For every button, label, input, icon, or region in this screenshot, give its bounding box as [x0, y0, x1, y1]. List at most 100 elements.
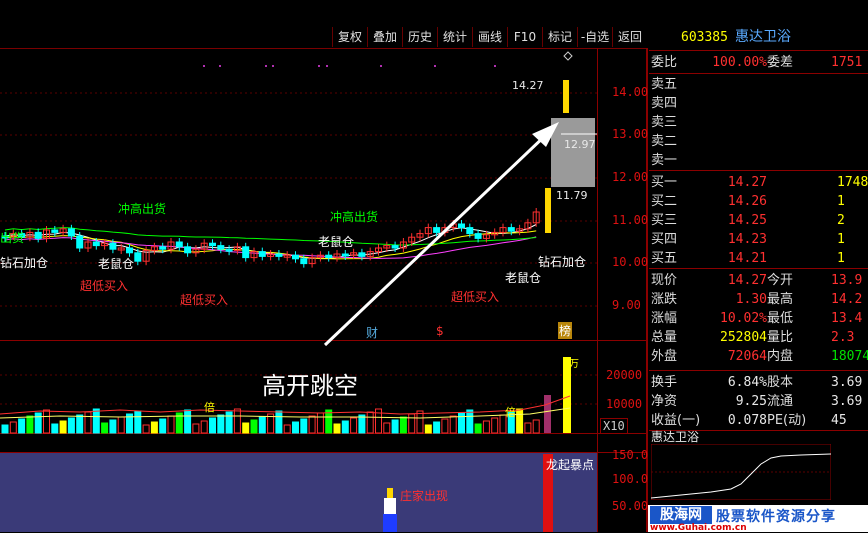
bid-row: 买三 14.25 2: [649, 211, 868, 230]
bid-price: 14.27: [727, 175, 767, 190]
signal-laoshucang: 老鼠仓: [98, 257, 135, 271]
volume-bar: [516, 408, 524, 434]
longqi-signal-label: 龙起暴点: [546, 458, 595, 472]
candle-body: [92, 241, 100, 247]
stat-row: 外盘 72064 内盘 18074: [649, 347, 868, 366]
volume-bar: [275, 410, 283, 434]
candle-body: [51, 229, 59, 233]
stat-value: 14.27: [727, 273, 767, 288]
price-tick: 12.00: [612, 170, 649, 184]
stat-row: 涨幅 10.02% 最低 13.4: [649, 309, 868, 328]
signal-zuanshi: 钻石加仓: [538, 255, 587, 269]
candle-body: [325, 254, 333, 259]
bid-label: 买二: [651, 194, 678, 209]
quote-panel: 603385 惠达卫浴 委比 100.00% 委差 1751 卖五 卖四 卖三 …: [649, 26, 868, 532]
ranking-marker[interactable]: 榜: [558, 322, 573, 339]
candle-body: [209, 242, 216, 247]
candle-body: [76, 235, 84, 249]
signal-chaodi: 超低买入: [180, 293, 229, 307]
candle-body: [458, 223, 465, 229]
volume-bar: [34, 412, 42, 434]
stat-value: 1.30: [735, 292, 767, 307]
price-tick: 9.00: [612, 298, 641, 312]
stat-label: 最低: [767, 311, 794, 326]
toolbar-tongji-button[interactable]: 统计: [437, 27, 472, 47]
candle-body: [341, 253, 349, 257]
volume-bar: [67, 417, 75, 434]
stat-value: 72064: [727, 349, 767, 364]
guhai-logo: 股海网 股票软件资源分享 www.Guhai.com.cn: [648, 505, 868, 533]
mini-intraday-chart: [651, 444, 831, 500]
indicator-tick: 100.0: [612, 472, 649, 486]
volume-bar: [159, 418, 167, 434]
bid-label: 买五: [651, 251, 678, 266]
volume-bar: [209, 417, 216, 434]
volume-bar: [184, 409, 192, 434]
candle-body: [242, 246, 250, 259]
kline-chart-area[interactable]: 14.00 13.00 12.00 11.00 10.00 9.00 20000…: [0, 48, 648, 532]
ask-row: 卖四: [649, 94, 868, 113]
candle-body: [34, 231, 42, 239]
fundamental-label: PE(动): [767, 413, 807, 428]
volume-bar: [416, 410, 424, 434]
indicator-tick: 150.0: [612, 448, 649, 462]
volume-bar: [9, 421, 17, 434]
stat-row: 现价 14.27 今开 13.9: [649, 271, 868, 290]
toolbar-huaxian-button[interactable]: 画线: [472, 27, 507, 47]
toolbar-biaoji-button[interactable]: 标记: [542, 27, 577, 47]
stat-label: 内盘: [767, 349, 794, 364]
signal-laoshucang: 老鼠仓: [318, 235, 355, 249]
stat-value: 14.2: [831, 292, 863, 307]
candle-body: [184, 246, 192, 254]
ask-label: 卖一: [651, 153, 678, 168]
candle-body: [433, 227, 441, 233]
bid-volume: 1: [837, 232, 845, 247]
stat-value: 18074: [831, 349, 868, 364]
toolbar-diejia-button[interactable]: 叠加: [367, 27, 402, 47]
toolbar-f10-button[interactable]: F10: [507, 27, 542, 47]
toolbar-zixuan-button[interactable]: -自选: [577, 27, 612, 47]
finance-marker[interactable]: 财: [366, 324, 378, 341]
bid-price: 14.23: [727, 232, 767, 247]
fundamental-value: 3.69: [831, 375, 863, 390]
bid-label: 买一: [651, 175, 678, 190]
stock-name[interactable]: 惠达卫浴: [735, 28, 791, 47]
volume-bar: [449, 415, 457, 434]
bid-price: 14.25: [727, 213, 767, 228]
logo-url: www.Guhai.com.cn: [650, 523, 747, 533]
volume-bar: [92, 408, 100, 434]
ask-label: 卖四: [651, 96, 678, 111]
bid-row: 买二 14.26 1: [649, 192, 868, 211]
volume-bar: [26, 415, 34, 434]
volume-bar: [350, 417, 358, 434]
candle-body: [217, 245, 225, 250]
fundamental-row: 净资 9.25 流通 3.69: [649, 392, 868, 411]
dollar-marker[interactable]: $: [436, 324, 444, 338]
volume-bar: [316, 412, 324, 434]
volume-bar: [59, 420, 67, 434]
price-tick: 14.00: [612, 85, 649, 99]
weicha-value: 1751: [831, 55, 863, 70]
volume-bar: [458, 412, 465, 434]
toolbar-lishi-button[interactable]: 历史: [402, 27, 437, 47]
volume-bar: [1, 424, 9, 434]
stat-label: 涨跌: [651, 292, 678, 307]
candle-body: [275, 253, 283, 257]
volume-bar: [51, 423, 59, 434]
toolbar-fuquan-button[interactable]: 复权: [332, 27, 367, 47]
stat-label: 涨幅: [651, 311, 678, 326]
candle-body: [175, 241, 183, 248]
volume-bar: [366, 411, 374, 434]
gap-top-callout: 12.97: [564, 138, 596, 151]
toolbar-fanhui-button[interactable]: 返回: [612, 27, 647, 47]
volume-bar: [482, 420, 490, 434]
volume-bar: [134, 410, 142, 434]
volume-bar: [532, 419, 540, 434]
volume-bar: [242, 422, 250, 434]
volume-bar: [192, 423, 200, 434]
weibi-value: 100.00%: [712, 55, 767, 70]
weicha-label: 委差: [767, 55, 794, 70]
volume-bar: [408, 413, 416, 434]
signal-chaodi: 超低买入: [451, 290, 500, 304]
logo-brand: 股海网: [650, 506, 712, 524]
